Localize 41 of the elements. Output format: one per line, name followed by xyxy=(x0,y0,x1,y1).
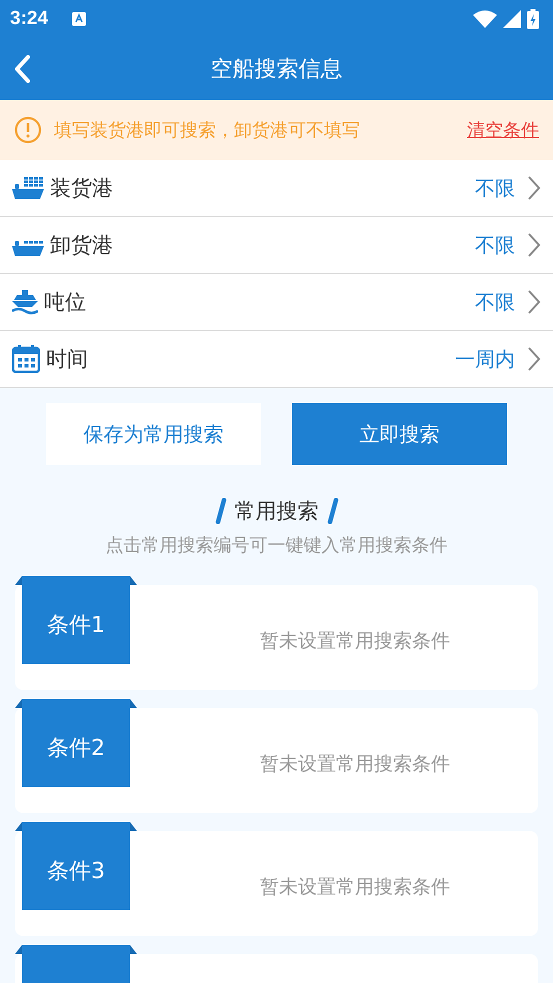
empty-message: 暂未设置常用搜索条件 xyxy=(260,874,450,900)
ship-cargo-icon xyxy=(12,177,44,199)
status-time: 3:24 xyxy=(10,8,48,30)
chevron-right-icon xyxy=(527,346,541,372)
filter-row[interactable]: 时间 一周内 xyxy=(0,331,553,388)
condition-tab[interactable]: 条件2 xyxy=(15,699,137,787)
filter-label: 吨位 xyxy=(44,289,86,316)
filter-label: 时间 xyxy=(46,346,88,373)
slash-icon xyxy=(214,498,226,524)
empty-message: 暂未设置常用搜索条件 xyxy=(260,752,450,776)
chevron-right-icon xyxy=(527,232,541,258)
condition-tab[interactable]: 条件1 xyxy=(15,576,137,664)
empty-message: 暂未设置常用搜索条件 xyxy=(260,628,450,654)
page-title: 空船搜索信息 xyxy=(210,56,342,84)
filter-row[interactable]: 卸货港 不限 xyxy=(0,217,553,274)
chevron-right-icon xyxy=(527,175,541,201)
chevron-right-icon xyxy=(527,289,541,315)
section-title: 常用搜索 xyxy=(234,498,318,525)
filter-value: 不限 xyxy=(475,288,515,316)
filter-label: 装货港 xyxy=(50,175,113,202)
section-hint: 点击常用搜索编号可一键键入常用搜索条件 xyxy=(104,534,448,557)
signal-icon xyxy=(503,10,521,28)
filter-row[interactable]: 吨位 不限 xyxy=(0,274,553,331)
condition-tab[interactable]: 条件3 xyxy=(15,822,137,910)
search-button[interactable]: 立即搜索 xyxy=(292,403,507,465)
calendar-icon xyxy=(12,345,40,373)
filter-value: 不限 xyxy=(475,174,515,202)
keyboard-icon xyxy=(72,12,86,26)
slash-icon xyxy=(326,498,338,524)
warning-icon xyxy=(14,116,42,144)
filter-value: 一周内 xyxy=(455,346,515,372)
filter-value: 不限 xyxy=(475,232,515,258)
clear-link[interactable]: 清空条件 xyxy=(467,118,539,142)
save-search-button[interactable]: 保存为常用搜索 xyxy=(46,403,261,465)
filter-row[interactable]: 装货港 不限 xyxy=(0,160,553,217)
battery-icon xyxy=(527,9,539,29)
ship-waves-icon xyxy=(12,290,38,314)
filter-label: 卸货港 xyxy=(50,232,113,259)
back-icon[interactable] xyxy=(13,54,33,84)
wifi-icon xyxy=(473,10,497,28)
notice-text: 填写装货港即可搜索，卸货港可不填写 xyxy=(54,119,360,142)
